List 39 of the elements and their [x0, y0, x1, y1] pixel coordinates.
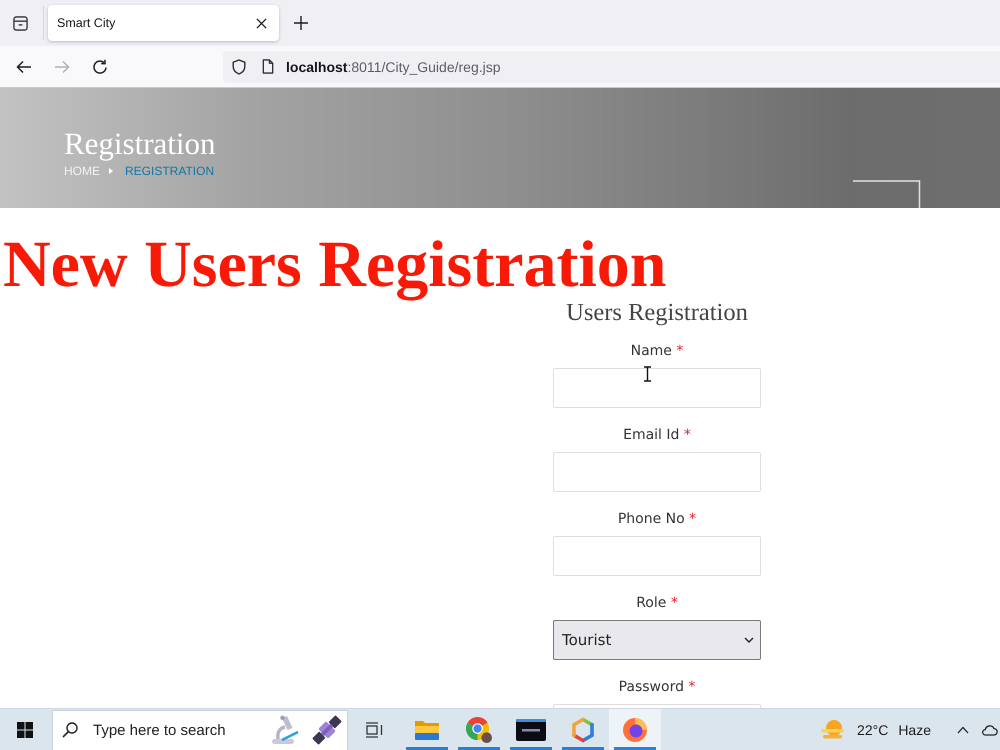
temperature-text: 22°C	[857, 722, 888, 738]
terminal-window-icon	[516, 718, 546, 740]
chevron-down-icon	[744, 637, 754, 643]
ring-logo-icon	[622, 716, 648, 742]
plus-icon[interactable]	[294, 16, 308, 30]
search-box[interactable]: Type here to search	[52, 710, 348, 750]
windows-start-icon[interactable]	[17, 722, 33, 738]
field-label: Password *	[618, 678, 696, 697]
back-arrow-icon[interactable]	[16, 60, 32, 74]
text-field[interactable]	[553, 452, 761, 492]
dropdown[interactable]: Tourist	[553, 620, 761, 660]
weather-condition-text: Haze	[898, 722, 931, 738]
shield-icon[interactable]	[232, 58, 246, 74]
field-label: Role *	[635, 594, 679, 613]
banner-title: Registration	[64, 126, 216, 162]
page-heading: New Users Registration	[3, 228, 667, 302]
address-bar[interactable]: localhost:8011/City_Guide/reg.jsp	[223, 50, 1000, 82]
drawer-icon[interactable]	[13, 16, 28, 30]
page-icon[interactable]	[262, 59, 274, 74]
search-icon	[62, 722, 78, 738]
form-title: Users Registration	[566, 302, 749, 324]
satellite-icon	[310, 713, 344, 747]
close-icon[interactable]	[256, 18, 267, 28]
url-text: localhost:8011/City_Guide/reg.jsp	[286, 58, 501, 74]
cloud-icon[interactable]	[981, 724, 998, 736]
field-label: Email Id *	[622, 426, 692, 445]
caret-icon	[109, 168, 113, 174]
field-label: Phone No *	[616, 510, 698, 529]
task-view-icon[interactable]	[366, 722, 384, 738]
field-label: Name *	[630, 342, 684, 361]
microscope-icon	[270, 715, 300, 745]
text-field[interactable]	[553, 368, 761, 408]
text-field[interactable]	[553, 536, 761, 576]
password-field[interactable]	[553, 704, 761, 708]
segmented-circle-icon	[466, 716, 492, 742]
chevron-up-icon[interactable]	[957, 726, 969, 734]
hexagon-icon	[570, 716, 596, 742]
reload-icon[interactable]	[92, 58, 108, 74]
browser-tab[interactable]: Smart City	[48, 5, 279, 41]
